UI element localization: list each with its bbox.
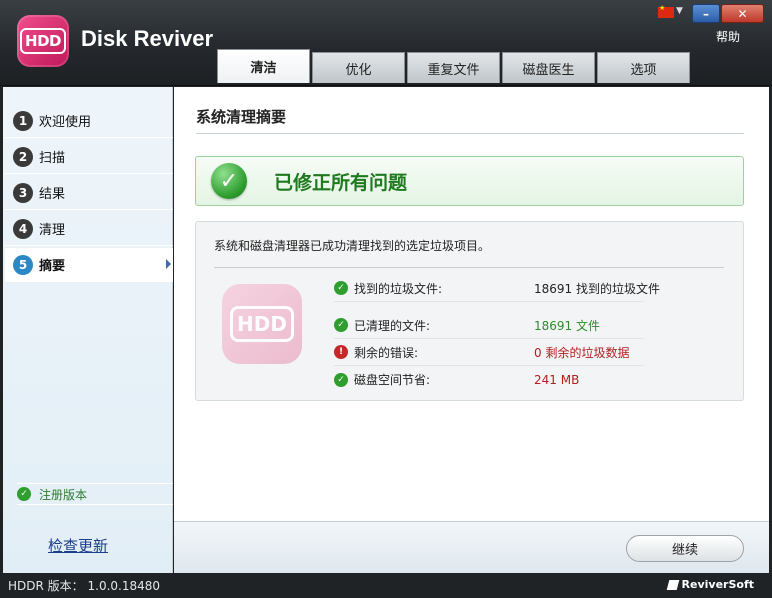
- sidebar-item-scan[interactable]: 2 扫描: [5, 140, 173, 174]
- step-number-badge: 4: [13, 218, 33, 239]
- stat-value: 18691 文件: [534, 318, 600, 333]
- check-icon: ✓: [334, 318, 348, 332]
- step-number-badge: 2: [13, 146, 33, 167]
- sidebar-item-label: 结果: [39, 187, 66, 202]
- sidebar-item-results[interactable]: 3 结果: [5, 176, 173, 210]
- tab-clean[interactable]: 清洁: [217, 49, 310, 83]
- page-title: 系统清理摘要: [196, 108, 287, 126]
- stat-row-space-saved: ✓ 磁盘空间节省: 241 MB: [334, 366, 644, 393]
- hdd-watermark-icon: HDD: [222, 284, 302, 364]
- brand-name: ReviverSoft: [681, 578, 754, 591]
- registered-version-row: ✓ 注册版本: [17, 483, 173, 505]
- china-flag-icon[interactable]: [658, 4, 674, 18]
- sidebar-item-welcome[interactable]: 1 欢迎使用: [5, 104, 173, 138]
- success-check-icon: ✓: [211, 163, 247, 199]
- sidebar-item-label: 清理: [39, 223, 66, 238]
- status-bar: HDDR 版本： 1.0.0.18480 ReviverSoft: [0, 573, 772, 598]
- stat-label: 磁盘空间节省:: [354, 373, 431, 387]
- tab-duplicate-files[interactable]: 重复文件: [407, 52, 500, 83]
- sidebar-item-summary[interactable]: 5 摘要: [5, 248, 173, 282]
- summary-description: 系统和磁盘清理器已成功清理找到的选定垃圾项目。: [214, 239, 491, 253]
- brand-logo: ReviverSoft: [666, 578, 754, 591]
- title-divider: [196, 133, 744, 134]
- check-icon: ✓: [334, 372, 348, 387]
- stat-label: 找到的垃圾文件:: [354, 281, 443, 296]
- stat-row-errors: ! 剩余的错误: 0 剩余的垃圾数据: [334, 339, 644, 366]
- stat-label: 已清理的文件:: [354, 318, 431, 333]
- version-info: HDDR 版本： 1.0.0.18480: [8, 577, 160, 594]
- check-update-link[interactable]: 检查更新: [48, 535, 108, 556]
- app-title: Disk Reviver: [81, 26, 214, 51]
- success-banner: ✓ 已修正所有问题: [195, 156, 744, 206]
- stat-value: 241 MB: [534, 372, 580, 387]
- stat-value: 0 剩余的垃圾数据: [534, 345, 630, 360]
- tab-optimize[interactable]: 优化: [312, 52, 405, 83]
- step-number-badge: 1: [13, 110, 33, 131]
- continue-button[interactable]: 继续: [626, 535, 744, 562]
- main-panel: 系统清理摘要 ✓ 已修正所有问题 系统和磁盘清理器已成功清理找到的选定垃圾项目。…: [174, 87, 769, 521]
- step-number-badge: 5: [13, 254, 33, 275]
- step-number-badge: 3: [13, 182, 33, 203]
- language-dropdown-arrow-icon[interactable]: ▼: [676, 6, 683, 16]
- tab-options[interactable]: 选项: [597, 52, 690, 83]
- app-logo-icon: HDD: [17, 15, 69, 67]
- title-bar: HDD Disk Reviver ▼ – ✕ 帮助 清洁 优化 重复文件 磁盘医…: [0, 0, 772, 86]
- main-tabs: 清洁 优化 重复文件 磁盘医生 选项: [217, 49, 690, 83]
- check-icon: ✓: [334, 281, 348, 295]
- version-value: 1.0.0.18480: [87, 579, 161, 593]
- sidebar-item-label: 扫描: [39, 151, 66, 166]
- stat-row-found: ✓ 找到的垃圾文件: 18691 找到的垃圾文件: [334, 275, 660, 302]
- sidebar-item-label: 摘要: [39, 259, 66, 274]
- error-icon: !: [334, 345, 348, 359]
- sidebar-item-label: 欢迎使用: [39, 115, 92, 130]
- close-button[interactable]: ✕: [721, 4, 764, 23]
- check-icon: ✓: [17, 487, 31, 501]
- main-footer: 继续: [174, 521, 769, 573]
- registered-version-label: 注册版本: [39, 487, 88, 502]
- reviversoft-logo-icon: [666, 579, 679, 590]
- minimize-button[interactable]: –: [692, 4, 720, 23]
- sidebar: 1 欢迎使用 2 扫描 3 结果 4 清理 5 摘要 ✓ 注册版本 检查更新: [3, 87, 173, 573]
- version-label: HDDR 版本：: [8, 579, 84, 593]
- chevron-right-icon: [166, 259, 171, 269]
- stat-value: 18691 找到的垃圾文件: [534, 281, 660, 296]
- success-message: 已修正所有问题: [274, 171, 408, 194]
- summary-panel: 系统和磁盘清理器已成功清理找到的选定垃圾项目。 HDD ✓ 找到的垃圾文件: 1…: [195, 221, 744, 401]
- sidebar-item-clean[interactable]: 4 清理: [5, 212, 173, 246]
- summary-divider: [214, 267, 724, 268]
- logo-text: HDD: [20, 28, 66, 54]
- stat-row-cleaned: ✓ 已清理的文件: 18691 文件: [334, 312, 644, 339]
- tab-disk-doctor[interactable]: 磁盘医生: [502, 52, 595, 83]
- help-link[interactable]: 帮助: [716, 28, 740, 45]
- stat-label: 剩余的错误:: [354, 345, 419, 360]
